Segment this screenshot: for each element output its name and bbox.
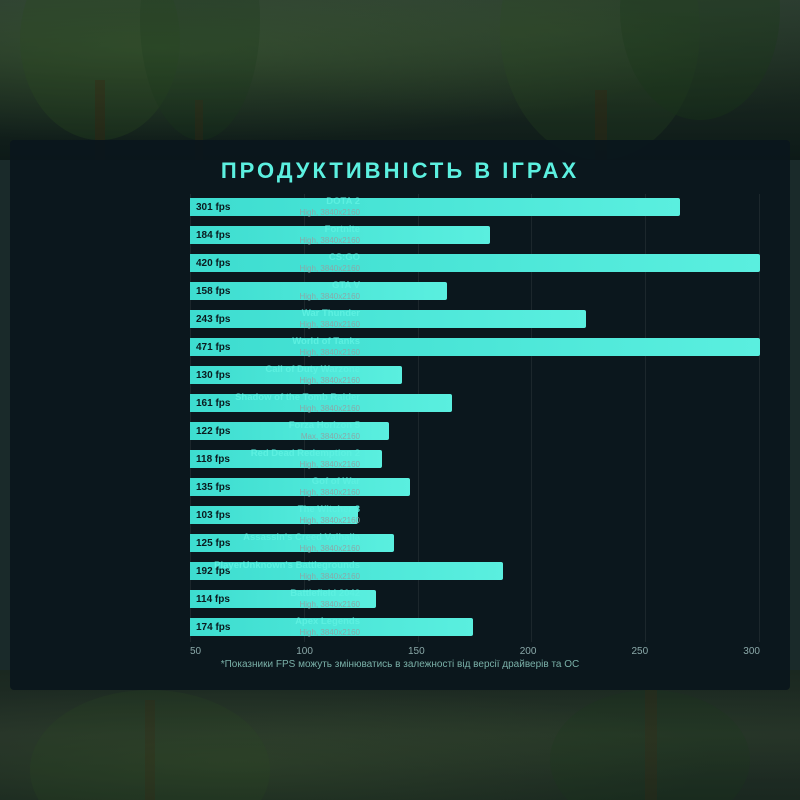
game-name: CS:GO (190, 253, 360, 264)
game-name: Shadow of the Tomb Raider (190, 393, 360, 404)
game-label: Shadow of the Tomb RaiderHigh, 3840x2160 (190, 393, 368, 413)
main-panel: ПРОДУКТИВНІСТЬ В ІГРАХ DOTA 2High, 3840x… (10, 140, 790, 690)
game-label: The Witcher 3High, 3840x2160 (190, 505, 368, 525)
game-name: GTA V (190, 281, 360, 292)
game-settings: High, 3840x2160 (190, 264, 360, 273)
game-name: Red Dead Redemption 2 (190, 449, 360, 460)
x-axis-label: 150 (408, 646, 425, 657)
game-label: FortniteHigh, 3840x2160 (190, 225, 368, 245)
game-settings: High, 3840x2160 (190, 348, 360, 357)
game-name: Battlefield 2042 (190, 589, 360, 600)
game-settings: High, 3840x2160 (190, 516, 360, 525)
bar-row: PlayerUnknown's BattlegroundsHigh, 3840x… (190, 558, 760, 584)
chart-container: DOTA 2High, 3840x2160301 fpsFortniteHigh… (10, 194, 790, 667)
game-label: Assassin's Creed ValhallaHigh, 3840x2160 (190, 533, 368, 553)
bar-row: Shadow of the Tomb RaiderHigh, 3840x2160… (190, 390, 760, 416)
game-label: Red Dead Redemption 2High, 3840x2160 (190, 449, 368, 469)
game-settings: High, 3840x2160 (190, 376, 360, 385)
x-axis-label: 200 (520, 646, 537, 657)
game-name: World of Tanks (190, 337, 360, 348)
game-settings: High, 3840x2160 (190, 236, 360, 245)
bar-row: War ThunderHigh, 3840x2160243 fps (190, 306, 760, 332)
game-label: World of TanksHigh, 3840x2160 (190, 337, 368, 357)
bar-row: Gof of WarHigh, 3840x2160135 fps (190, 474, 760, 500)
game-name: War Thunder (190, 309, 360, 320)
game-name: PlayerUnknown's Battlegrounds (190, 561, 360, 572)
bar-row: The Witcher 3High, 3840x2160103 fps (190, 502, 760, 528)
game-settings: High, 3840x2160 (190, 208, 360, 217)
x-axis: 50 100 150 200 250 300 (190, 642, 760, 657)
game-label: PlayerUnknown's BattlegroundsHigh, 3840x… (190, 561, 368, 581)
bar-row: World of TanksHigh, 3840x2160471 fps (190, 334, 760, 360)
x-axis-label: 300 (743, 646, 760, 657)
x-axis-label: 100 (296, 646, 313, 657)
game-name: Forza Horizon 5 (190, 421, 360, 432)
game-settings: High, 3840x2160 (190, 600, 360, 609)
bar-row: CS:GOHigh, 3840x2160420 fps (190, 250, 760, 276)
bar-row: Forza Horizon 5Max, 3840x2160122 fps (190, 418, 760, 444)
game-name: Fortnite (190, 225, 360, 236)
chart-area: DOTA 2High, 3840x2160301 fpsFortniteHigh… (10, 194, 770, 642)
game-name: DOTA 2 (190, 197, 360, 208)
bar-row: GTA VHigh, 3840x2160158 fps (190, 278, 760, 304)
game-settings: High, 3840x2160 (190, 628, 360, 637)
bar-row: Battlefield 2042High, 3840x2160114 fps (190, 586, 760, 612)
game-name: Apex Legends (190, 617, 360, 628)
game-label: CS:GOHigh, 3840x2160 (190, 253, 368, 273)
game-label: Apex LegendsHigh, 3840x2160 (190, 617, 368, 637)
game-settings: High, 3840x2160 (190, 460, 360, 469)
game-label: DOTA 2High, 3840x2160 (190, 197, 368, 217)
x-axis-label: 50 (190, 646, 201, 657)
game-settings: High, 3840x2160 (190, 320, 360, 329)
game-name: The Witcher 3 (190, 505, 360, 516)
game-label: Forza Horizon 5Max, 3840x2160 (190, 421, 368, 441)
chart-title: ПРОДУКТИВНІСТЬ В ІГРАХ (10, 140, 790, 194)
game-settings: High, 3840x2160 (190, 292, 360, 301)
game-label: GTA VHigh, 3840x2160 (190, 281, 368, 301)
game-settings: High, 3840x2160 (190, 404, 360, 413)
bar-row: FortniteHigh, 3840x2160184 fps (190, 222, 760, 248)
game-label: Gof of WarHigh, 3840x2160 (190, 477, 368, 497)
x-axis-label: 250 (632, 646, 649, 657)
game-name: Call of Duty Warzone (190, 365, 360, 376)
bar-row: Call of Duty WarzoneHigh, 3840x2160130 f… (190, 362, 760, 388)
game-name: Gof of War (190, 477, 360, 488)
footnote: *Показники FPS можуть змінюватись в зале… (10, 659, 790, 670)
bar-row: Apex LegendsHigh, 3840x2160174 fps (190, 614, 760, 640)
game-label: War ThunderHigh, 3840x2160 (190, 309, 368, 329)
game-settings: High, 3840x2160 (190, 572, 360, 581)
game-label: Battlefield 2042High, 3840x2160 (190, 589, 368, 609)
game-settings: Max, 3840x2160 (190, 432, 360, 441)
bar-row: Assassin's Creed ValhallaHigh, 3840x2160… (190, 530, 760, 556)
game-settings: High, 3840x2160 (190, 488, 360, 497)
bar-row: DOTA 2High, 3840x2160301 fps (190, 194, 760, 220)
background-top (0, 0, 800, 160)
game-name: Assassin's Creed Valhalla (190, 533, 360, 544)
game-label: Call of Duty WarzoneHigh, 3840x2160 (190, 365, 368, 385)
bar-row: Red Dead Redemption 2High, 3840x2160118 … (190, 446, 760, 472)
game-settings: High, 3840x2160 (190, 544, 360, 553)
